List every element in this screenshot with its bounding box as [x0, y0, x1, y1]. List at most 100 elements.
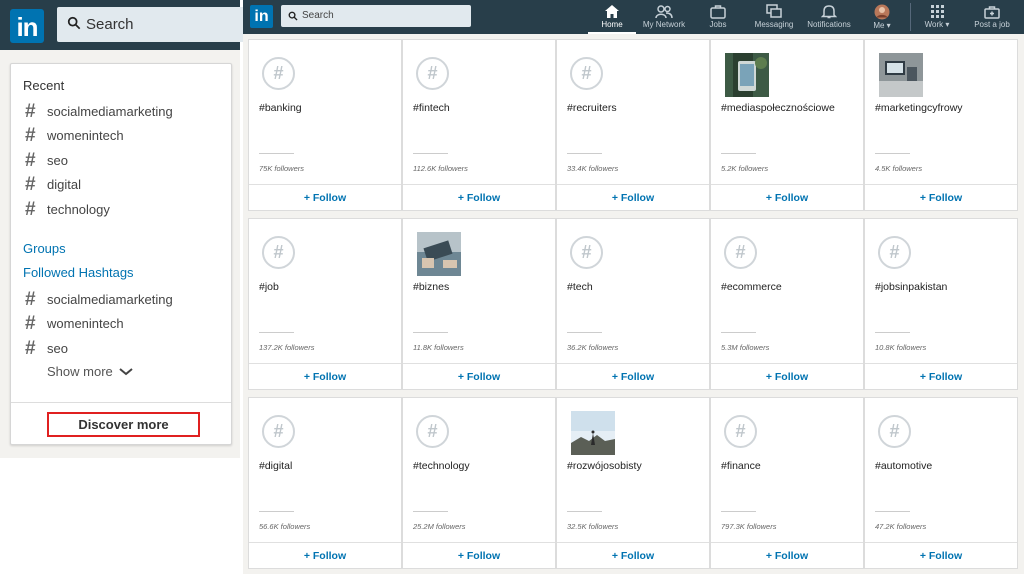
hashtag-name[interactable]: #finance	[721, 460, 761, 472]
show-more-button[interactable]: Show more	[47, 364, 133, 379]
show-more-label: Show more	[47, 364, 113, 379]
hashtag-link[interactable]: # technology	[25, 199, 110, 219]
divider	[259, 511, 294, 512]
hashtag-name[interactable]: #job	[259, 281, 279, 293]
hashtag-label: womenintech	[47, 316, 124, 331]
hashtag-label: seo	[47, 152, 68, 168]
hashtag-name[interactable]: #banking	[259, 102, 302, 114]
divider	[875, 511, 910, 512]
hashtag-circle-icon: #	[878, 415, 911, 448]
hashtag-name[interactable]: #ecommerce	[721, 281, 782, 293]
hashtag-link[interactable]: # seo	[25, 150, 68, 170]
hashtag-name[interactable]: #technology	[413, 460, 470, 472]
divider	[567, 511, 602, 512]
hashtag-card[interactable]: # #technology 25.2M followers + Follow	[402, 397, 556, 569]
hashtag-card[interactable]: #marketingcyfrowy 4.5K followers + Follow	[864, 39, 1018, 211]
messaging-icon	[766, 4, 782, 18]
hashtag-card[interactable]: #rozwójosobisty 32.5K followers + Follow	[556, 397, 710, 569]
follow-button[interactable]: + Follow	[711, 184, 863, 211]
hashtag-label: technology	[47, 201, 110, 217]
hashtag-card[interactable]: #mediaspołecznościowe 5.2K followers + Fol…	[710, 39, 864, 211]
follow-button[interactable]: + Follow	[865, 542, 1017, 569]
linkedin-logo[interactable]: in	[250, 5, 273, 28]
follower-count: 112.6K followers	[413, 164, 468, 173]
chevron-down-icon	[119, 367, 133, 375]
hashtag-card[interactable]: # #fintech 112.6K followers + Follow	[402, 39, 556, 211]
search-input[interactable]: Search	[57, 7, 247, 42]
hashtag-circle-icon: #	[570, 57, 603, 90]
hash-icon: #	[25, 337, 36, 359]
hashtag-name[interactable]: #tech	[567, 281, 593, 293]
hashtag-name[interactable]: #mediaspołecznościowe	[721, 102, 835, 114]
follow-button[interactable]: + Follow	[249, 363, 401, 390]
follow-button[interactable]: + Follow	[865, 363, 1017, 390]
nav-label: Home	[601, 20, 623, 29]
hashtag-name[interactable]: #marketingcyfrowy	[875, 102, 963, 114]
hashtag-name[interactable]: #fintech	[413, 102, 450, 114]
hashtag-card[interactable]: # #tech 36.2K followers + Follow	[556, 218, 710, 390]
hashtag-name[interactable]: #digital	[259, 460, 292, 472]
hashtag-name[interactable]: #rozwójosobisty	[567, 460, 642, 472]
follower-count: 47.2K followers	[875, 522, 927, 531]
divider	[721, 511, 756, 512]
hashtag-card[interactable]: #biznes 11.8K followers + Follow	[402, 218, 556, 390]
hashtag-card[interactable]: # #digital 56.6K followers + Follow	[248, 397, 402, 569]
follow-button[interactable]: + Follow	[711, 542, 863, 569]
follow-button[interactable]: + Follow	[711, 363, 863, 390]
follow-button[interactable]: + Follow	[557, 542, 709, 569]
followed-hashtags-link[interactable]: Followed Hashtags	[23, 265, 134, 280]
hash-icon: #	[25, 149, 36, 171]
nav-post-a-job[interactable]: Post a job	[968, 0, 1016, 34]
hashtag-label: seo	[47, 340, 68, 356]
search-icon	[288, 11, 298, 21]
hashtag-link[interactable]: # womenintech	[25, 314, 124, 334]
hashtag-card[interactable]: # #recruiters 33.4K followers + Follow	[556, 39, 710, 211]
hashtag-card[interactable]: # #ecommerce 5.3M followers + Follow	[710, 218, 864, 390]
hashtag-card[interactable]: # #automotive 47.2K followers + Follow	[864, 397, 1018, 569]
hashtag-circle-icon: #	[724, 236, 757, 269]
hashtag-link[interactable]: # seo	[25, 338, 68, 358]
linkedin-logo[interactable]: in	[10, 9, 44, 43]
follow-button[interactable]: + Follow	[557, 363, 709, 390]
divider	[413, 511, 448, 512]
hashtag-name[interactable]: #jobsinpakistan	[875, 281, 947, 293]
search-input[interactable]: Search	[281, 5, 471, 27]
hashtag-name[interactable]: #automotive	[875, 460, 932, 472]
nav-work[interactable]: Work ▾	[918, 0, 956, 34]
hashtag-link[interactable]: # digital	[25, 175, 81, 195]
search-placeholder: Search	[302, 10, 334, 21]
nav-label: Post a job	[974, 20, 1010, 29]
search-icon	[67, 16, 81, 30]
briefcase-icon	[710, 5, 726, 19]
hashtag-name[interactable]: #recruiters	[567, 102, 617, 114]
hashtag-link[interactable]: # socialmediamarketing	[25, 289, 173, 309]
follow-button[interactable]: + Follow	[557, 184, 709, 211]
hashtag-link[interactable]: # womenintech	[25, 126, 124, 146]
follower-count: 33.4K followers	[567, 164, 619, 173]
hashtag-name[interactable]: #biznes	[413, 281, 449, 293]
nav-jobs[interactable]: Jobs	[698, 0, 738, 34]
hashtag-link[interactable]: # socialmediamarketing	[25, 101, 173, 121]
hashtag-card[interactable]: # #jobsinpakistan 10.8K followers + Follow	[864, 218, 1018, 390]
follow-button[interactable]: + Follow	[403, 363, 555, 390]
follow-button[interactable]: + Follow	[865, 184, 1017, 211]
nav-home[interactable]: Home	[588, 0, 636, 34]
nav-messaging[interactable]: Messaging	[748, 0, 800, 34]
follower-count: 56.6K followers	[259, 522, 311, 531]
hashtag-card[interactable]: # #finance 797.3K followers + Follow	[710, 397, 864, 569]
follow-button[interactable]: + Follow	[403, 542, 555, 569]
hashtag-card[interactable]: # #banking 75K followers + Follow	[248, 39, 402, 211]
nav-my-network[interactable]: My Network	[638, 0, 690, 34]
discover-more-button[interactable]: Discover more	[47, 412, 200, 437]
divider	[721, 153, 756, 154]
nav-me[interactable]: Me ▾	[865, 0, 899, 34]
follow-button[interactable]: + Follow	[403, 184, 555, 211]
post-job-icon	[984, 6, 1000, 19]
follow-button[interactable]: + Follow	[249, 184, 401, 211]
follow-button[interactable]: + Follow	[249, 542, 401, 569]
hash-icon: #	[25, 125, 36, 146]
nav-notifications[interactable]: Notifications	[801, 0, 857, 34]
groups-link[interactable]: Groups	[23, 241, 66, 256]
divider	[11, 402, 231, 403]
hashtag-card[interactable]: # #job 137.2K followers + Follow	[248, 218, 402, 390]
